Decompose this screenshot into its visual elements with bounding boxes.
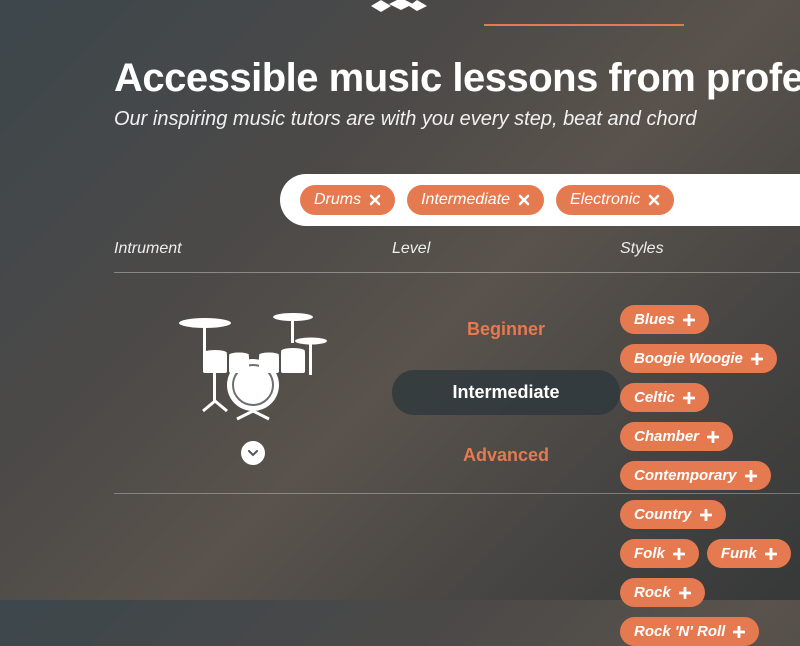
style-label: Country (634, 506, 692, 523)
styles-header: Styles (620, 240, 800, 273)
level-advanced[interactable]: Advanced (392, 433, 620, 478)
style-country[interactable]: Country (620, 500, 726, 529)
plus-icon (683, 314, 695, 326)
plus-icon (733, 626, 745, 638)
style-label: Funk (721, 545, 757, 562)
accent-divider (484, 24, 684, 26)
style-celtic[interactable]: Celtic (620, 383, 709, 412)
style-chamber[interactable]: Chamber (620, 422, 733, 451)
style-label: Contemporary (634, 467, 737, 484)
plus-icon (673, 548, 685, 560)
style-label: Celtic (634, 389, 675, 406)
instrument-next-button[interactable] (241, 441, 265, 465)
level-column: Level Beginner Intermediate Advanced (392, 240, 620, 646)
plus-icon (679, 587, 691, 599)
plus-icon (745, 470, 757, 482)
close-icon (369, 194, 381, 206)
instrument-picker (114, 293, 392, 465)
page-headline: Accessible music lessons from profession… (114, 56, 800, 101)
close-icon (518, 194, 530, 206)
style-label: Rock 'N' Roll (634, 623, 725, 640)
level-options: Beginner Intermediate Advanced (392, 293, 620, 478)
style-funk[interactable]: Funk (707, 539, 791, 568)
chevron-down-icon (248, 450, 258, 457)
close-icon (648, 194, 660, 206)
style-rocknroll[interactable]: Rock 'N' Roll (620, 617, 759, 646)
instrument-header: Intrument (114, 240, 392, 273)
level-beginner[interactable]: Beginner (392, 307, 620, 352)
style-label: Blues (634, 311, 675, 328)
level-header: Level (392, 240, 620, 273)
style-blues[interactable]: Blues (620, 305, 709, 334)
filter-columns: Intrument (114, 240, 800, 646)
filter-chip-label: Electronic (570, 191, 640, 209)
style-label: Chamber (634, 428, 699, 445)
plus-icon (765, 548, 777, 560)
styles-column: Styles Blues Boogie Woogie Celtic Chambe… (620, 240, 800, 646)
filter-chip-label: Intermediate (421, 191, 510, 209)
bottom-divider (114, 493, 800, 494)
style-label: Rock (634, 584, 671, 601)
filter-chip-label: Drums (314, 191, 361, 209)
style-boogie[interactable]: Boogie Woogie (620, 344, 777, 373)
instrument-column: Intrument (114, 240, 392, 646)
style-folk[interactable]: Folk (620, 539, 699, 568)
style-label: Boogie Woogie (634, 350, 743, 367)
style-contemporary[interactable]: Contemporary (620, 461, 771, 490)
filter-chip-electronic[interactable]: Electronic (556, 185, 674, 215)
filter-bar: Drums Intermediate Electronic (280, 174, 800, 226)
plus-icon (751, 353, 763, 365)
style-rock[interactable]: Rock (620, 578, 705, 607)
plus-icon (700, 509, 712, 521)
page-subhead: Our inspiring music tutors are with you … (114, 108, 800, 131)
filter-chip-intermediate[interactable]: Intermediate (407, 185, 544, 215)
style-label: Folk (634, 545, 665, 562)
filter-chip-drums[interactable]: Drums (300, 185, 395, 215)
plus-icon (683, 392, 695, 404)
level-intermediate[interactable]: Intermediate (392, 370, 620, 415)
plus-icon (707, 431, 719, 443)
logo-fragment (369, 0, 431, 12)
drums-icon (173, 303, 333, 423)
styles-grid: Blues Boogie Woogie Celtic Chamber Conte… (620, 293, 800, 646)
